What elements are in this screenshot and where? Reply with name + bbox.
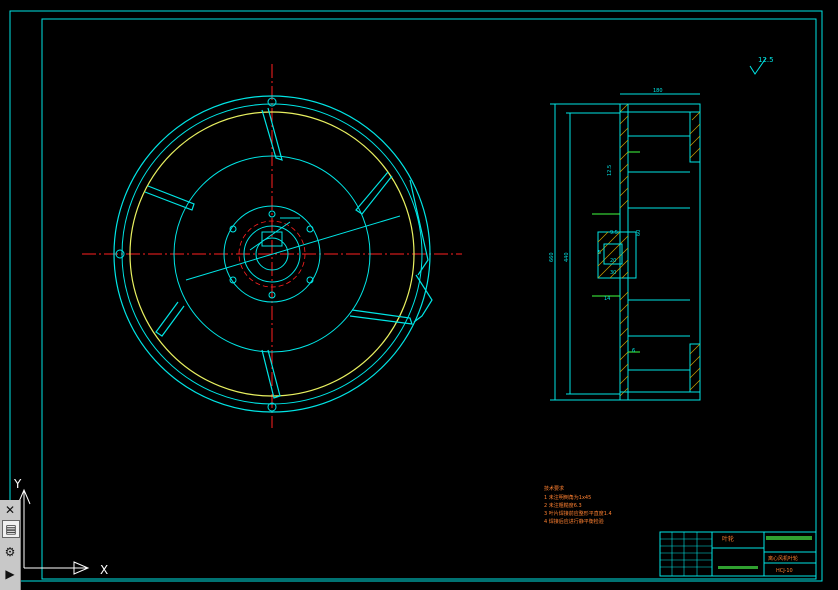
roughness-value: 12.5 — [758, 56, 774, 64]
shroud-hatch — [689, 111, 701, 391]
dim-plate: 6 — [632, 348, 635, 354]
shroud-top — [619, 103, 701, 113]
dim-roughness-side: 12.5 — [607, 165, 613, 176]
back-plate-hatch — [619, 103, 629, 397]
close-icon[interactable]: ✕ — [2, 502, 18, 518]
note-line-3: 3 叶片焊接前应整形平直度1.4 — [544, 510, 612, 517]
title-block: 叶轮 离心风机叶轮 HCJ-10 — [659, 531, 817, 577]
dim-overall-diameter: 660 — [549, 252, 555, 262]
shroud-bottom — [619, 391, 701, 401]
roughness-symbol: 12.5 — [749, 56, 774, 75]
drawing-code: HCJ-10 — [776, 568, 793, 574]
ucs-icon — [17, 488, 90, 575]
part-name: 叶轮 — [722, 535, 734, 543]
side-toolbar: ✕ ▤ ⚙ ▶ — [0, 500, 21, 590]
dim-flange: 14 — [604, 296, 610, 302]
dim-key: 5 — [598, 250, 601, 256]
note-line-4: 4 焊接后应进行静平衡检验 — [544, 518, 604, 525]
layout-icon[interactable]: ▤ — [2, 520, 20, 538]
side-view: 180 660 440 5 12.5 9.5 20 60 30 14 6 — [549, 88, 701, 401]
note-line-2: 2 未注粗糙度6.3 — [544, 502, 582, 509]
bolt-hole — [306, 225, 314, 233]
dim-hub-length: 30 — [610, 270, 616, 276]
dim-hub-height: 60 — [636, 230, 642, 236]
cad-drawing-canvas[interactable]: 180 660 440 5 12.5 9.5 20 60 30 14 6 12.… — [0, 0, 838, 590]
note-line-1: 1 未注明倒角为1x45 — [544, 494, 591, 501]
blades — [144, 107, 433, 399]
technical-notes: 技术要求 1 未注明倒角为1x45 2 未注粗糙度6.3 3 叶片焊接前应整形平… — [544, 485, 612, 525]
diameter-leader — [185, 215, 401, 281]
title-block-green-bar — [766, 536, 812, 540]
blade-lines — [628, 135, 701, 371]
properties-icon[interactable]: ⚙ — [2, 544, 18, 560]
ucs-x-label: X — [100, 563, 108, 577]
dim-width: 180 — [653, 88, 663, 94]
shroud-lip-top — [689, 111, 701, 163]
ucs-y-label: Y — [13, 477, 22, 491]
notes-title: 技术要求 — [544, 485, 564, 492]
front-view — [82, 64, 462, 428]
dim-inlet-diameter: 440 — [564, 252, 570, 262]
play-icon[interactable]: ▶ — [2, 566, 18, 582]
dim-bore-width: 20 — [610, 258, 616, 264]
drawing-name: 离心风机叶轮 — [768, 555, 798, 562]
dim-bore-depth: 9.5 — [610, 230, 618, 236]
